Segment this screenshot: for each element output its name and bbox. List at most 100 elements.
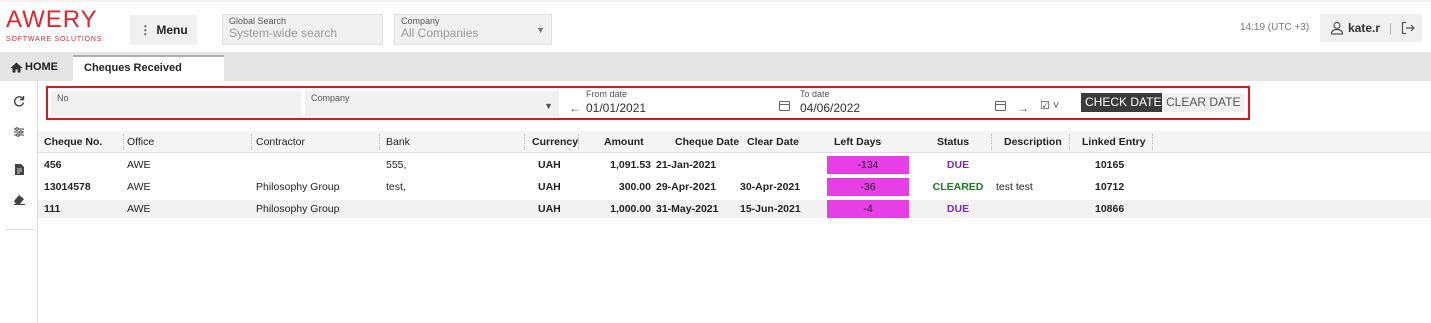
cheque-no-filter[interactable]: No — [51, 91, 301, 117]
logo-wordmark: AWERY — [6, 6, 98, 33]
global-search-input[interactable]: Global Search System-wide search — [222, 14, 383, 45]
cell-cheque-no: 456 — [44, 159, 62, 171]
menu-button[interactable]: ⋮ Menu — [130, 15, 197, 45]
sliders-icon[interactable] — [12, 126, 26, 140]
filter-bar: No Company ▼ ← From date 01/01/2021 To d… — [46, 86, 1250, 120]
document-icon[interactable] — [12, 163, 26, 177]
cell-cheque-date: 21-Jan-2021 — [656, 159, 717, 171]
cell-amount: 1,000.00 — [610, 203, 651, 215]
cell-cheque-no: 13014578 — [44, 181, 91, 193]
cell-cheque-date: 29-Apr-2021 — [656, 181, 717, 193]
cell-amount: 1,091.53 — [610, 159, 651, 171]
cell-clear-date: 30-Apr-2021 — [740, 181, 801, 193]
col-description[interactable]: Description — [1004, 136, 1062, 148]
col-divider — [1069, 134, 1070, 150]
col-contractor[interactable]: Contractor — [256, 136, 305, 148]
cell-linked-entry[interactable]: 10165 — [1095, 159, 1124, 171]
col-divider — [379, 134, 380, 150]
global-search-placeholder: System-wide search — [229, 26, 338, 40]
cell-office: AWE — [127, 159, 151, 171]
menu-button-label: Menu — [156, 23, 188, 37]
calendar-icon[interactable] — [779, 101, 790, 111]
col-cheque-no[interactable]: Cheque No. — [44, 136, 102, 148]
awery-logo[interactable]: AWERY SOFTWARE SOLUTIONS — [6, 8, 116, 48]
to-date-value: 04/06/2022 — [800, 101, 861, 115]
chevron-down-icon: ▼ — [536, 25, 545, 35]
top-bar: AWERY SOFTWARE SOLUTIONS ⋮ Menu Global S… — [0, 0, 1431, 52]
company-filter[interactable]: Company ▼ — [305, 91, 559, 117]
cell-office: AWE — [127, 203, 151, 215]
calendar-icon[interactable] — [995, 101, 1006, 111]
cell-linked-entry[interactable]: 10712 — [1095, 181, 1124, 193]
col-divider — [251, 134, 252, 150]
user-divider: | — [1389, 21, 1393, 35]
cell-contractor: Philosophy Group — [256, 181, 340, 193]
cell-status: CLEARED — [932, 181, 984, 193]
global-search-label: Global Search — [229, 16, 287, 26]
cell-bank: 555, — [386, 159, 407, 171]
clear-date-button[interactable]: CLEAR DATE — [1162, 93, 1245, 112]
from-date-field[interactable]: From date 01/01/2021 — [586, 89, 794, 117]
table-row[interactable]: 13014578 AWE Philosophy Group test, UAH … — [38, 178, 1431, 196]
company-select[interactable]: Company All Companies ▼ — [394, 14, 552, 45]
col-divider — [991, 134, 992, 150]
tab-home[interactable]: HOME — [10, 61, 58, 73]
to-date-field[interactable]: To date 04/06/2022 — [800, 89, 1010, 117]
company-select-value: All Companies — [401, 26, 479, 40]
home-icon — [10, 62, 23, 72]
company-filter-label: Company — [311, 93, 350, 103]
from-date-label: From date — [586, 89, 628, 99]
cell-cheque-date: 31-May-2021 — [656, 203, 719, 215]
rail-divider — [6, 229, 34, 230]
col-cheque-date[interactable]: Cheque Date — [675, 136, 739, 148]
username: kate.r — [1348, 21, 1381, 35]
cell-currency: UAH — [538, 203, 561, 215]
cell-contractor: Philosophy Group — [256, 203, 340, 215]
cell-left-days: -134 — [827, 156, 909, 174]
cell-currency: UAH — [538, 181, 561, 193]
tab-bar: HOME Cheques Received — [0, 52, 1431, 81]
kebab-icon: ⋮ — [139, 23, 152, 37]
cell-status: DUE — [946, 203, 970, 215]
user-icon — [1330, 21, 1344, 35]
table-row[interactable]: 456 AWE 555, UAH 1,091.53 21-Jan-2021 -1… — [38, 156, 1431, 174]
col-divider — [578, 134, 579, 150]
cell-description: test test — [996, 181, 1033, 193]
arrow-left-icon[interactable]: ← — [569, 101, 581, 115]
tab-cheques-received-label: Cheques Received — [84, 62, 182, 74]
company-select-label: Company — [401, 16, 440, 26]
col-linked-entry[interactable]: Linked Entry — [1082, 136, 1146, 148]
col-status[interactable]: Status — [937, 136, 969, 148]
col-office[interactable]: Office — [127, 136, 154, 148]
table-row[interactable]: 111 AWE Philosophy Group UAH 1,000.00 31… — [38, 200, 1431, 218]
logo-tagline: SOFTWARE SOLUTIONS — [6, 36, 103, 43]
date-range-picker-icon[interactable]: ☑ ˅ — [1040, 99, 1059, 112]
cell-office: AWE — [127, 181, 151, 193]
to-date-label: To date — [800, 89, 830, 99]
user-area[interactable]: kate.r | — [1320, 14, 1422, 42]
cell-cheque-no: 111 — [44, 203, 61, 215]
eraser-icon[interactable] — [12, 193, 26, 207]
col-divider — [123, 134, 124, 150]
left-toolbar — [0, 81, 38, 323]
col-currency[interactable]: Currency — [532, 136, 578, 148]
arrow-right-icon[interactable]: → — [1017, 101, 1029, 115]
cell-currency: UAH — [538, 159, 561, 171]
col-amount[interactable]: Amount — [604, 136, 644, 148]
table-empty-area — [38, 218, 1431, 323]
check-date-button[interactable]: CHECK DATE — [1081, 93, 1166, 112]
cell-left-days: -4 — [827, 200, 909, 218]
tab-cheques-received[interactable]: Cheques Received — [73, 55, 224, 81]
logout-icon[interactable] — [1401, 21, 1416, 35]
col-divider — [1152, 134, 1153, 150]
col-bank[interactable]: Bank — [386, 136, 410, 148]
col-left-days[interactable]: Left Days — [834, 136, 881, 148]
cheque-no-filter-label: No — [57, 93, 69, 103]
table-header: Cheque No. Office Contractor Bank Curren… — [38, 131, 1431, 153]
tab-home-label: HOME — [25, 61, 58, 73]
col-clear-date[interactable]: Clear Date — [747, 136, 799, 148]
cell-linked-entry[interactable]: 10866 — [1095, 203, 1124, 215]
refresh-icon[interactable] — [12, 95, 26, 109]
clock-text: 14:19 (UTC +3) — [1240, 22, 1310, 33]
cell-bank: test, — [386, 181, 406, 193]
